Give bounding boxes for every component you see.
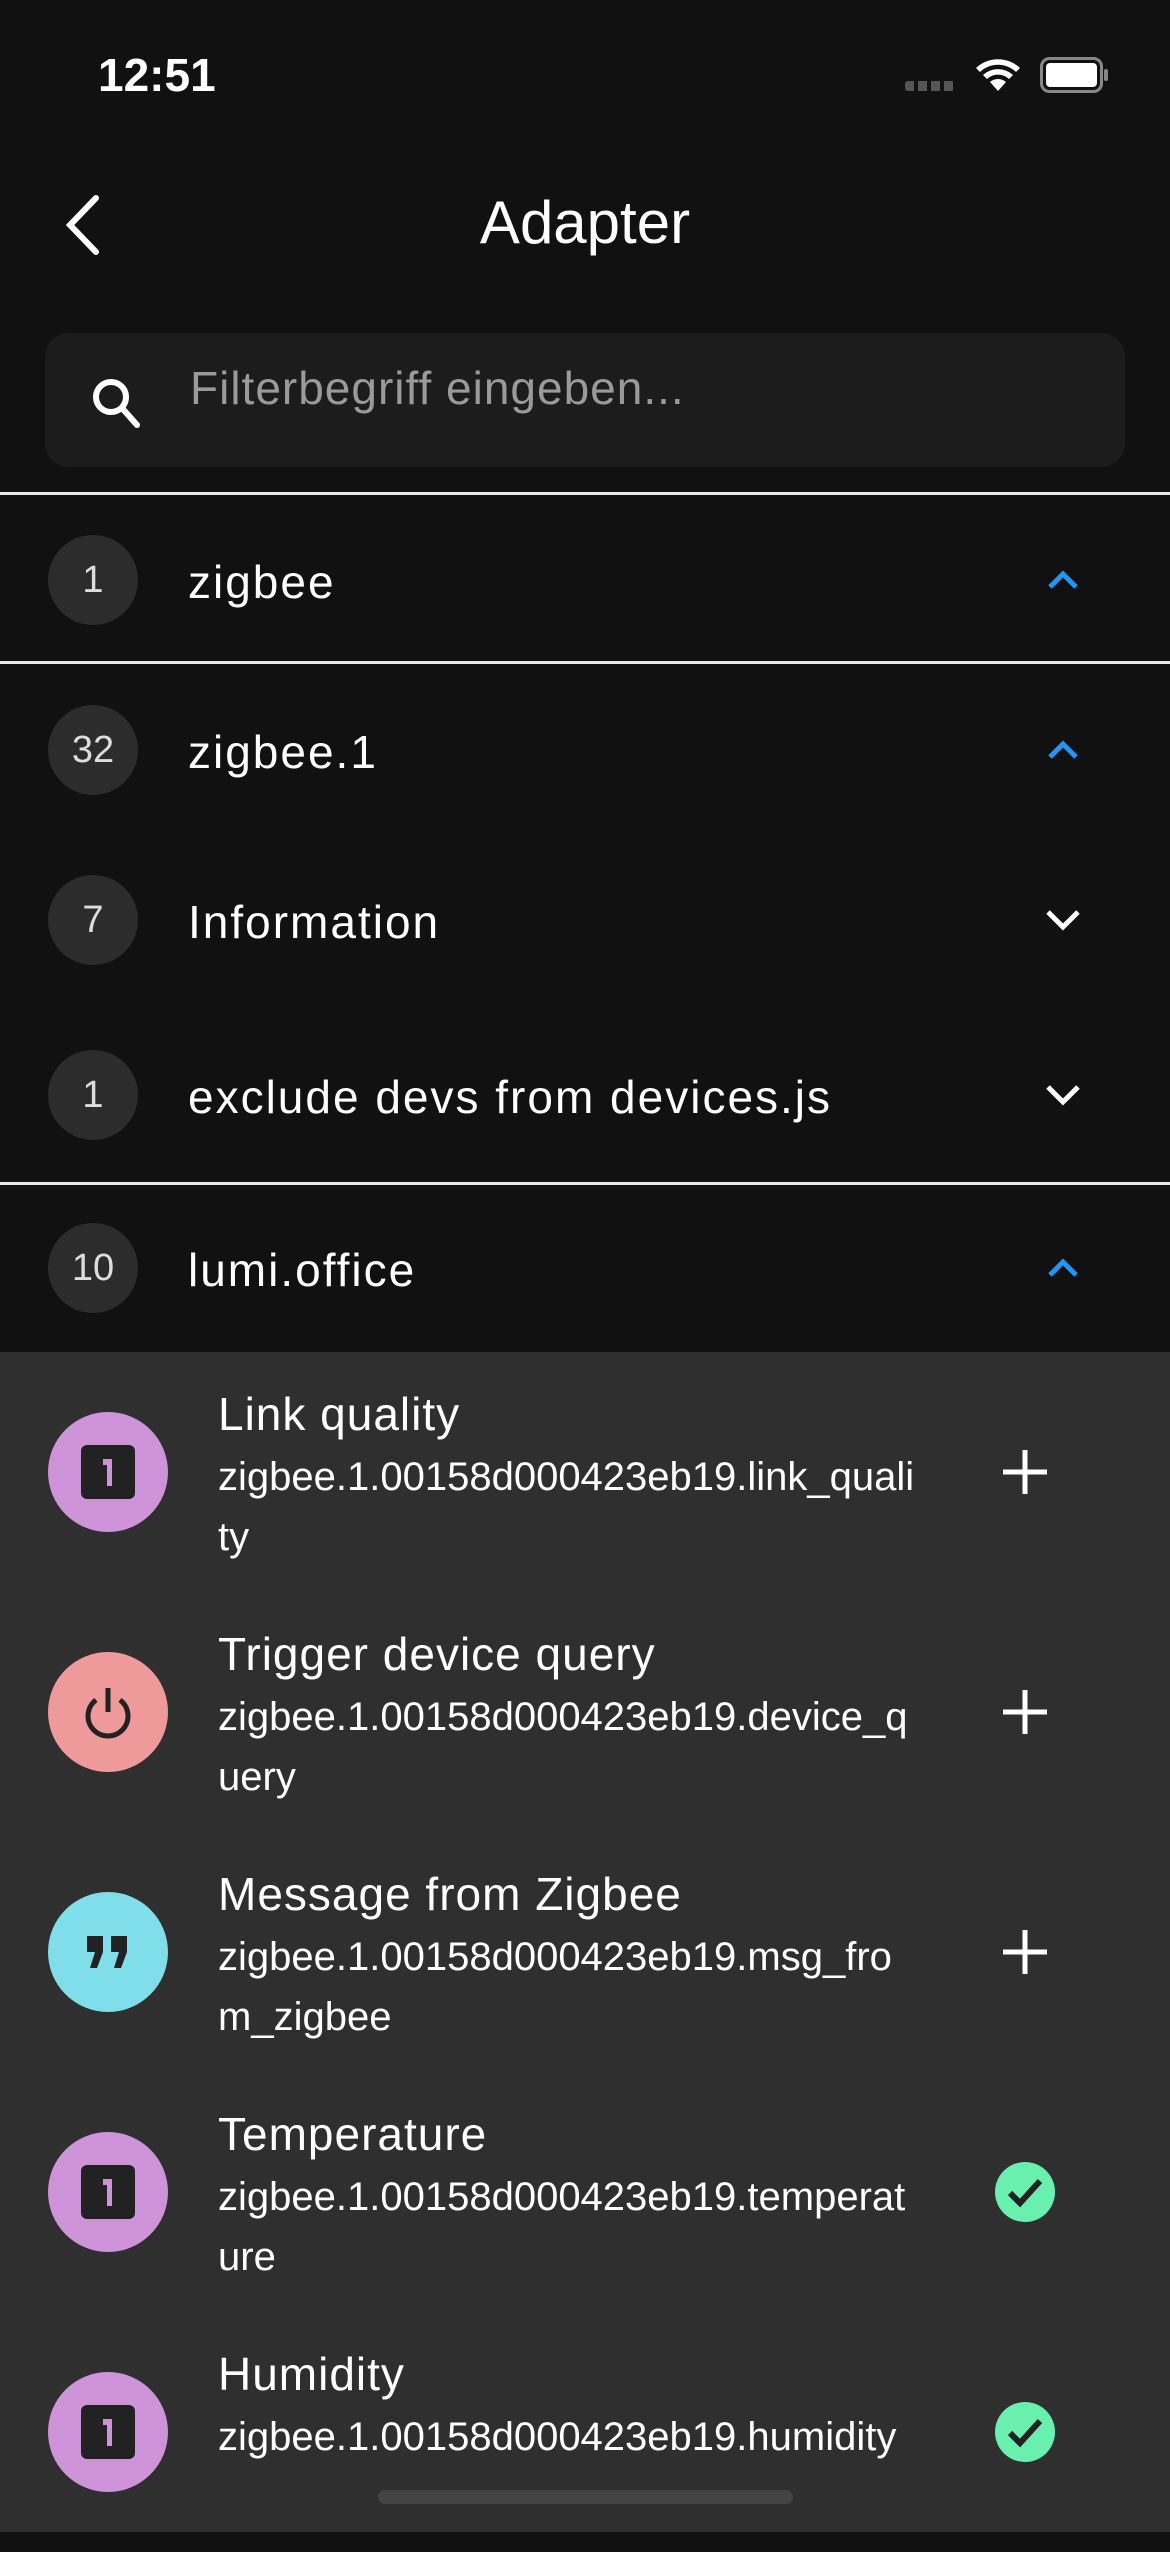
battery-icon (1040, 57, 1108, 93)
check-circle-icon[interactable] (995, 2402, 1055, 2462)
chevron-up-icon[interactable] (1040, 730, 1086, 770)
group-label: lumi.office (188, 1244, 417, 1296)
quote-icon (48, 1892, 168, 2012)
chevron-down-icon[interactable] (1040, 1075, 1086, 1115)
wifi-icon (976, 59, 1020, 91)
group-row-exclude-devs[interactable]: 1 exclude devs from devices.js (0, 1030, 1170, 1160)
item-title: Message from Zigbee (218, 1868, 682, 1920)
count-badge: 7 (48, 875, 138, 965)
page-title: Adapter (479, 189, 691, 256)
item-path: zigbee.1.00158d000423eb19.device_query (218, 1695, 908, 1799)
search-placeholder: Filterbegriff eingeben... (190, 362, 685, 414)
add-icon[interactable] (995, 1442, 1055, 1502)
count-badge: 1 (48, 1050, 138, 1140)
count-badge: 1 (48, 535, 138, 625)
group-label: zigbee.1 (188, 726, 378, 778)
check-circle-icon[interactable] (995, 2162, 1055, 2222)
group-row-zigbee-1[interactable]: 32 zigbee.1 (0, 685, 1170, 815)
chevron-up-icon[interactable] (1040, 1248, 1086, 1288)
group-label: Information (188, 896, 441, 948)
list-item[interactable]: Trigger device query zigbee.1.00158d0004… (0, 1592, 1170, 1832)
number-icon (48, 2372, 168, 2492)
list-item[interactable]: Link quality zigbee.1.00158d000423eb19.l… (0, 1352, 1170, 1592)
chevron-up-icon[interactable] (1040, 560, 1086, 600)
chevron-down-icon[interactable] (1040, 900, 1086, 940)
group-label: zigbee (188, 556, 336, 608)
add-icon[interactable] (995, 1682, 1055, 1742)
group-label: exclude devs from devices.js (188, 1071, 833, 1123)
home-indicator[interactable] (378, 2490, 793, 2504)
state-list: Link quality zigbee.1.00158d000423eb19.l… (0, 1352, 1170, 2532)
status-time: 12:51 (98, 49, 216, 101)
number-icon (48, 1412, 168, 1532)
item-title: Humidity (218, 2348, 405, 2400)
count-badge: 10 (48, 1223, 138, 1313)
item-path: zigbee.1.00158d000423eb19.link_quality (218, 1455, 915, 1559)
list-item[interactable]: Message from Zigbee zigbee.1.00158d00042… (0, 1832, 1170, 2072)
search-input[interactable]: Filterbegriff eingeben... (45, 333, 1125, 467)
search-icon (93, 379, 140, 428)
signal-icon (905, 81, 955, 91)
status-icons (905, 55, 1115, 95)
group-row-lumi-office[interactable]: 10 lumi.office (0, 1203, 1170, 1333)
number-icon (48, 2132, 168, 2252)
group-row-zigbee[interactable]: 1 zigbee (0, 515, 1170, 645)
item-title: Trigger device query (218, 1628, 656, 1680)
list-item[interactable]: Temperature zigbee.1.00158d000423eb19.te… (0, 2072, 1170, 2312)
list-item[interactable]: Humidity zigbee.1.00158d000423eb19.humid… (0, 2312, 1170, 2552)
add-icon[interactable] (995, 1922, 1055, 1982)
divider (0, 492, 1170, 495)
divider (0, 661, 1170, 664)
power-icon (48, 1652, 168, 1772)
count-badge: 32 (48, 705, 138, 795)
item-path: zigbee.1.00158d000423eb19.temperature (218, 2175, 906, 2279)
group-row-information[interactable]: 7 Information (0, 855, 1170, 985)
item-path: zigbee.1.00158d000423eb19.msg_from_zigbe… (218, 1935, 892, 2039)
divider (0, 1182, 1170, 1185)
item-title: Temperature (218, 2108, 488, 2160)
item-path: zigbee.1.00158d000423eb19.humidity (218, 2415, 897, 2459)
item-title: Link quality (218, 1388, 461, 1440)
